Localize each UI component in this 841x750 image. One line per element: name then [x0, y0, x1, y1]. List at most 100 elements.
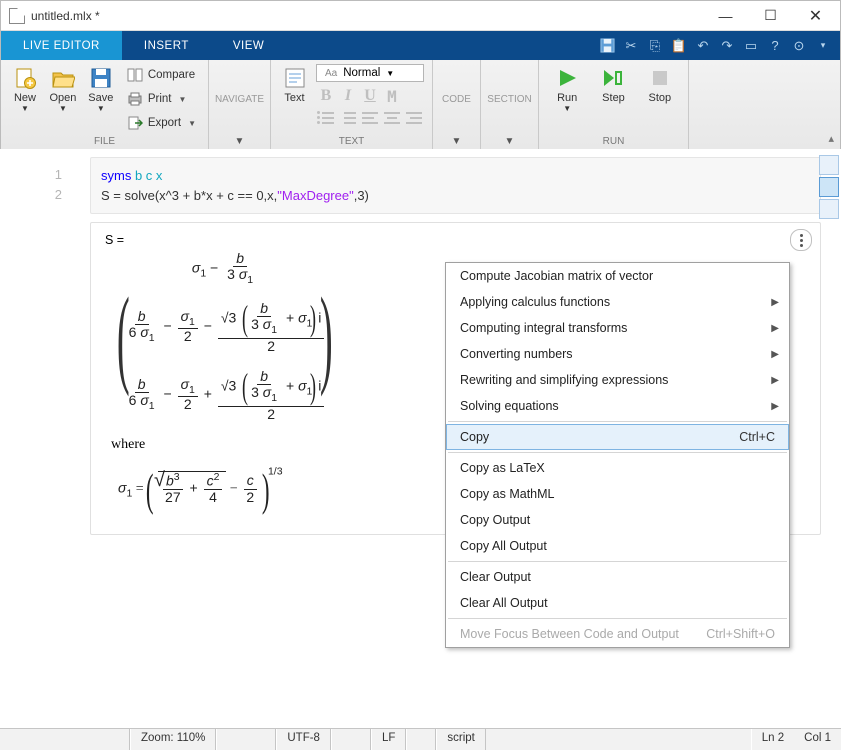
section-gutter [0, 149, 20, 728]
numbered-list-button[interactable] [338, 110, 358, 126]
open-button[interactable]: Open ▼ [47, 64, 79, 113]
code-label[interactable]: CODE [442, 94, 471, 105]
submenu-arrow-icon: ▶ [771, 349, 779, 360]
stop-label: Stop [649, 92, 672, 104]
tab-live-editor[interactable]: LIVE EDITOR [1, 31, 122, 60]
export-button[interactable]: Export ▼ [123, 112, 200, 134]
output-inline-button[interactable] [819, 155, 839, 175]
group-code: CODE ▼ [433, 60, 481, 149]
context-menu: Compute Jacobian matrix of vector Applyi… [445, 262, 790, 648]
save-button[interactable]: Save ▼ [85, 64, 117, 113]
output-right-button[interactable] [819, 177, 839, 197]
text-button[interactable]: Text [279, 64, 310, 104]
menu-copy-latex[interactable]: Copy as LaTeX [446, 455, 789, 481]
menu-copy[interactable]: CopyCtrl+C [446, 424, 789, 450]
navigate-label[interactable]: NAVIGATE [215, 94, 264, 105]
status-bar: Zoom: 110% UTF-8 LF script Ln 2 Col 1 [0, 728, 841, 750]
underline-button[interactable]: U [360, 86, 380, 106]
new-label: New [14, 92, 36, 104]
cut-icon[interactable]: ✂ [622, 37, 640, 55]
status-col: Col 1 [794, 729, 841, 750]
output-layout-buttons [819, 155, 839, 219]
menu-compute-jacobian[interactable]: Compute Jacobian matrix of vector [446, 263, 789, 289]
submenu-arrow-icon: ▶ [771, 323, 779, 334]
tab-insert[interactable]: INSERT [122, 31, 211, 60]
status-encoding[interactable]: UTF-8 [276, 729, 331, 750]
save-icon[interactable] [598, 37, 616, 55]
output-head: S = [105, 233, 806, 247]
menu-separator [448, 618, 787, 619]
style-dropdown[interactable]: Aa Normal ▼ [316, 64, 424, 82]
run-button[interactable]: Run ▼ [547, 64, 587, 113]
group-run: Run ▼ Step Stop RUN [539, 60, 689, 149]
code-block[interactable]: syms b c x S = solve(x^3 + b*x + c == 0,… [90, 157, 821, 214]
ribbon-collapse-icon[interactable]: ▴ [828, 132, 834, 145]
menu-shortcut: Ctrl+Shift+O [706, 627, 775, 641]
close-button[interactable]: ✕ [793, 1, 838, 30]
menu-integral-transforms[interactable]: Computing integral transforms▶ [446, 315, 789, 341]
paste-icon[interactable]: 📋 [670, 37, 688, 55]
menu-converting-numbers[interactable]: Converting numbers▶ [446, 341, 789, 367]
bold-button[interactable]: B [316, 86, 336, 106]
copy-icon[interactable]: ⎘ [646, 37, 664, 55]
switch-windows-icon[interactable]: ▭ [742, 37, 760, 55]
step-button[interactable]: Step [593, 64, 633, 104]
menu-separator [448, 421, 787, 422]
stop-button[interactable]: Stop [640, 64, 680, 104]
menu-separator [448, 561, 787, 562]
step-label: Step [602, 92, 625, 104]
menu-copy-mathml[interactable]: Copy as MathML [446, 481, 789, 507]
menu-calculus[interactable]: Applying calculus functions▶ [446, 289, 789, 315]
menu-shortcut: Ctrl+C [739, 430, 775, 444]
menu-solving[interactable]: Solving equations▶ [446, 393, 789, 419]
status-zoom[interactable]: Zoom: 110% [130, 729, 216, 750]
tab-view[interactable]: VIEW [211, 31, 286, 60]
code-vars: b c x [131, 168, 162, 183]
status-eol[interactable]: LF [371, 729, 406, 750]
options-icon[interactable]: ⊙ [790, 37, 808, 55]
dropdown-arrow-icon: ▼ [178, 95, 186, 104]
window-title: untitled.mlx * [31, 9, 703, 23]
dropdown-arrow-icon: ▼ [386, 69, 394, 78]
submenu-arrow-icon: ▶ [771, 375, 779, 386]
print-button[interactable]: Print ▼ [123, 88, 200, 110]
menu-move-focus: Move Focus Between Code and OutputCtrl+S… [446, 621, 789, 647]
align-left-button[interactable] [360, 110, 380, 126]
section-label[interactable]: SECTION [487, 94, 531, 105]
maximize-button[interactable]: ☐ [748, 1, 793, 30]
bullet-list-button[interactable] [316, 110, 336, 126]
code-text: ,3) [354, 188, 369, 203]
submenu-arrow-icon: ▶ [771, 401, 779, 412]
quick-access-toolbar: ✂ ⎘ 📋 ↶ ↷ ▭ ? ⊙ ▾ [578, 31, 840, 60]
menu-clear-all-output[interactable]: Clear All Output [446, 590, 789, 616]
matrix-row: b6 σ1 − σ12 + √3 (b3 σ1 + σ1) i2 [124, 367, 327, 423]
dropdown-arrow-icon: ▼ [21, 105, 29, 113]
menu-clear-output[interactable]: Clear Output [446, 564, 789, 590]
new-button[interactable]: New ▼ [9, 64, 41, 113]
undo-icon[interactable]: ↶ [694, 37, 712, 55]
output-menu-button[interactable] [790, 229, 812, 251]
align-center-button[interactable] [382, 110, 402, 126]
menu-rewriting[interactable]: Rewriting and simplifying expressions▶ [446, 367, 789, 393]
redo-icon[interactable]: ↷ [718, 37, 736, 55]
line-number: 1 [42, 165, 62, 185]
monospace-button[interactable]: M [382, 86, 402, 106]
line-number: 2 [42, 185, 62, 205]
compare-button[interactable]: Compare [123, 64, 200, 86]
help-icon[interactable]: ? [766, 37, 784, 55]
open-label: Open [49, 92, 76, 104]
minimize-button[interactable]: — [703, 1, 748, 30]
title-bar: untitled.mlx * — ☐ ✕ [1, 1, 840, 31]
menu-copy-output[interactable]: Copy Output [446, 507, 789, 533]
qat-dropdown-icon[interactable]: ▾ [814, 37, 832, 55]
style-prefix-icon: Aa [325, 68, 337, 79]
align-right-button[interactable] [404, 110, 424, 126]
italic-button[interactable]: I [338, 86, 358, 106]
submenu-arrow-icon: ▶ [771, 297, 779, 308]
group-file-label: FILE [9, 134, 200, 147]
status-line: Ln 2 [751, 729, 794, 750]
menu-copy-all-output[interactable]: Copy All Output [446, 533, 789, 559]
menu-separator [448, 452, 787, 453]
matrix-row: b6 σ1 − σ12 − √3 (b3 σ1 + σ1) i2 [124, 299, 327, 355]
output-only-button[interactable] [819, 199, 839, 219]
